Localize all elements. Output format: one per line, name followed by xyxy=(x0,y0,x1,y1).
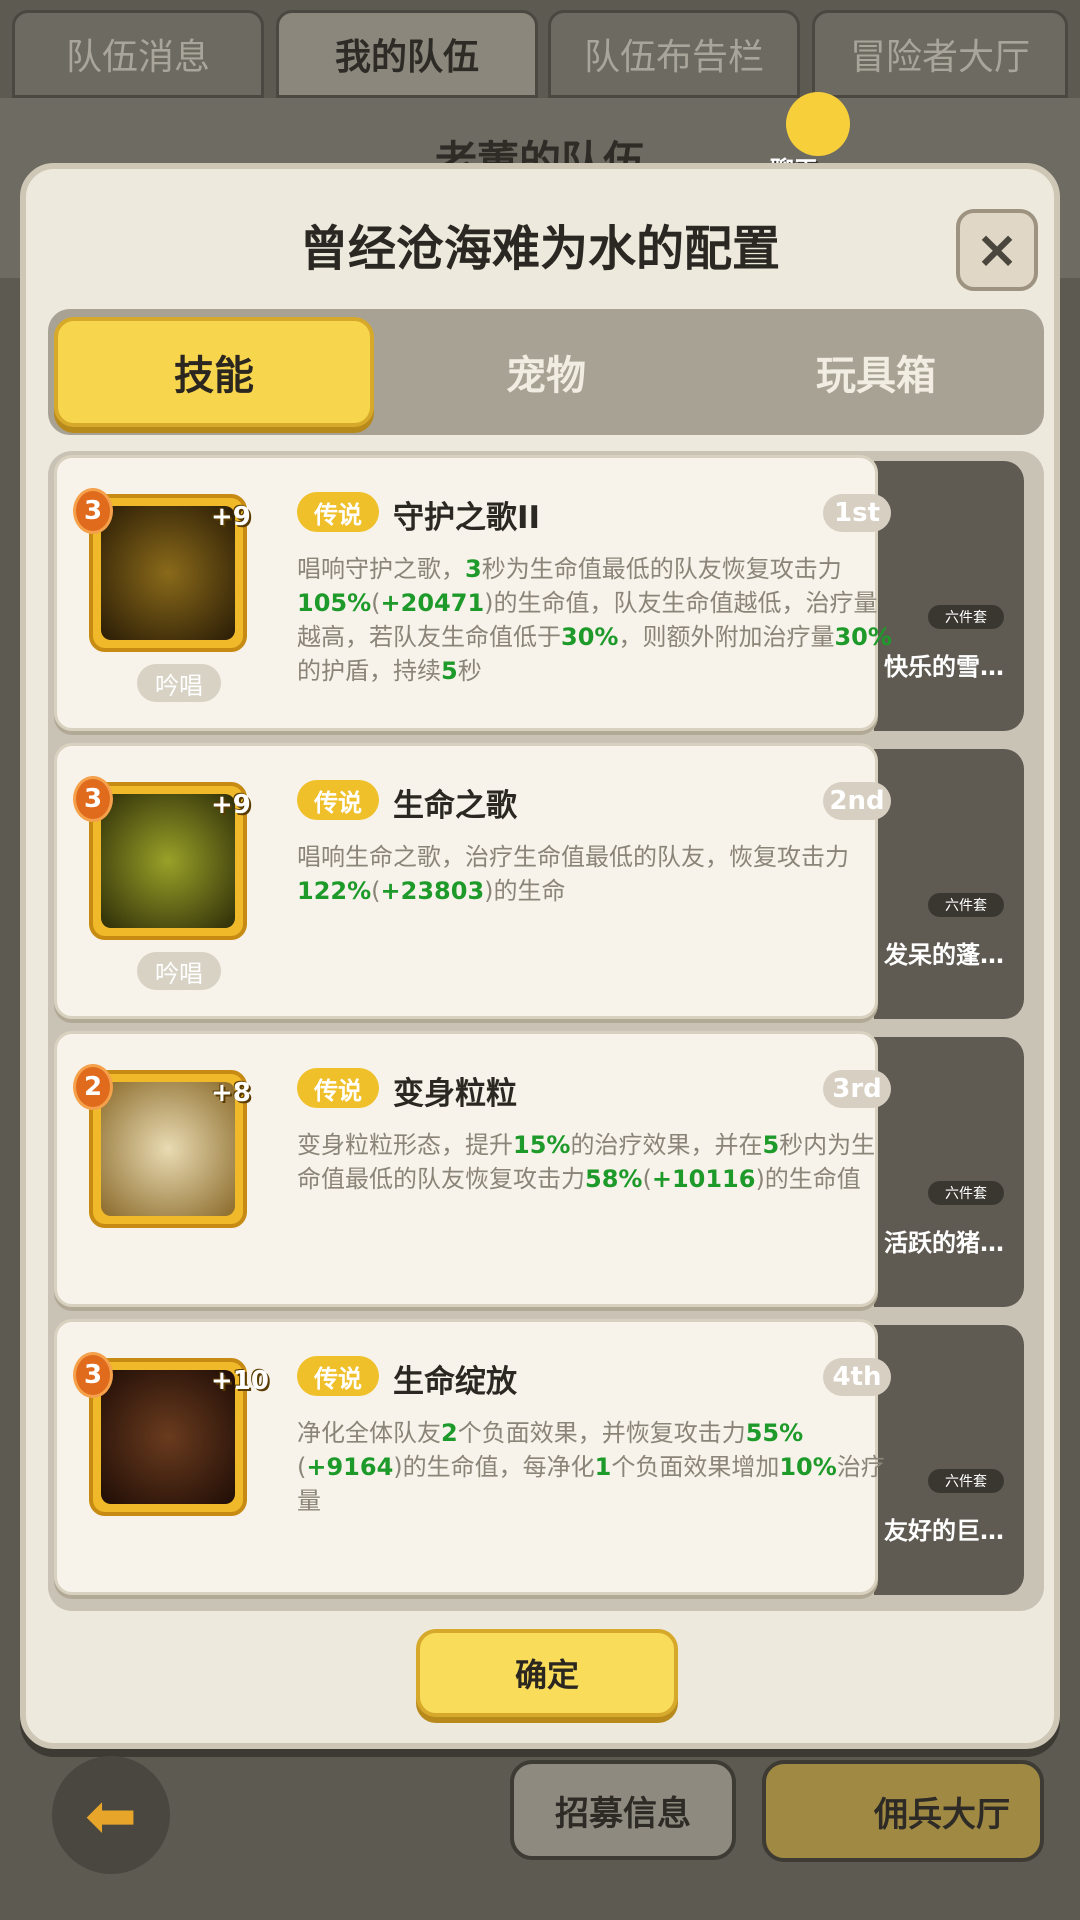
skill-name: 变身粒粒 xyxy=(393,1076,517,1112)
skill-card[interactable]: 3 +9 吟唱 传说 守护之歌II 1st 唱响守护之歌，3秒为生命值最低的队友… xyxy=(54,455,892,731)
skill-description: 唱响生命之歌，治疗生命值最低的队友，恢复攻击力122%(+23803)的生命 xyxy=(297,843,849,905)
skill-slot-rank: 3rd xyxy=(823,1070,891,1108)
skill-name: 生命之歌 xyxy=(393,788,517,824)
tab-my-team[interactable]: 我的队伍 xyxy=(276,10,538,98)
skill-card[interactable]: 3 +9 吟唱 传说 生命之歌 2nd 唱响生命之歌，治疗生命值最低的队友，恢复… xyxy=(54,743,891,1019)
close-button[interactable]: × xyxy=(956,209,1038,291)
skill-level-badge: 2 xyxy=(73,1064,113,1110)
rarity-tag: 传说 xyxy=(297,780,379,820)
skill-description: 变身粒粒形态，提升15%的治疗效果，并在5秒内为生命值最低的队友恢复攻击力58%… xyxy=(297,1131,876,1193)
skill-level-badge: 3 xyxy=(73,488,113,534)
skill-card[interactable]: 2 +8 传说 变身粒粒 3rd 变身粒粒形态，提升15%的治疗效果，并在5秒内… xyxy=(54,1031,891,1307)
skill-slot-rank: 2nd xyxy=(823,782,891,820)
pet-name: 发呆的蓬… xyxy=(884,941,1004,969)
skill-level-badge: 3 xyxy=(73,776,113,822)
chat-face-icon xyxy=(786,92,850,156)
pet-badge: 六件套 xyxy=(928,893,1004,917)
recruit-info-button[interactable]: 招募信息 xyxy=(510,1760,736,1860)
config-modal: 曾经沧海难为水的配置 × 技能 宠物 玩具箱 六件套 快乐的雪… 六件套 发呆的… xyxy=(20,163,1060,1749)
confirm-button[interactable]: 确定 xyxy=(416,1629,678,1717)
tab-toybox[interactable]: 玩具箱 xyxy=(716,317,1036,427)
skill-enhance-level: +8 xyxy=(211,1078,251,1108)
pet-badge: 六件套 xyxy=(928,605,1004,629)
tab-team-board[interactable]: 队伍布告栏 xyxy=(548,10,800,98)
skill-enhance-level: +10 xyxy=(211,1366,269,1396)
tab-skills[interactable]: 技能 xyxy=(54,317,374,427)
skill-slot-rank: 4th xyxy=(823,1358,891,1396)
tab-adventurer-hall[interactable]: 冒险者大厅 xyxy=(812,10,1068,98)
skill-enhance-level: +9 xyxy=(211,502,251,532)
rarity-tag: 传说 xyxy=(297,1068,379,1108)
skill-level-badge: 3 xyxy=(73,1352,113,1398)
skill-enhance-level: +9 xyxy=(211,790,251,820)
tab-team-messages[interactable]: 队伍消息 xyxy=(12,10,264,98)
skill-name: 守护之歌II xyxy=(393,500,541,536)
skill-type-tag: 吟唱 xyxy=(137,664,221,702)
modal-title: 曾经沧海难为水的配置 xyxy=(299,221,780,277)
rarity-tag: 传说 xyxy=(297,492,379,532)
close-icon: × xyxy=(975,220,1019,280)
pet-badge: 六件套 xyxy=(928,1181,1004,1205)
skill-slot-rank: 1st xyxy=(823,494,891,532)
mercenary-hall-button[interactable]: 佣兵大厅 xyxy=(762,1760,1044,1862)
skill-card[interactable]: 3 +10 传说 生命绽放 4th 净化全体队友2个负面效果，并恢复攻击力55%… xyxy=(54,1319,891,1595)
pet-name: 活跃的猪… xyxy=(884,1229,1004,1257)
skill-type-tag: 吟唱 xyxy=(137,952,221,990)
back-button[interactable]: ⬅ xyxy=(52,1756,170,1874)
category-tabs: 技能 宠物 玩具箱 xyxy=(48,309,1044,435)
pet-badge: 六件套 xyxy=(928,1469,1004,1493)
back-arrow-icon: ⬅ xyxy=(85,1778,137,1852)
pet-name: 快乐的雪… xyxy=(884,653,1004,681)
pet-name: 友好的巨… xyxy=(884,1517,1004,1545)
rarity-tag: 传说 xyxy=(297,1356,379,1396)
skill-name: 生命绽放 xyxy=(393,1364,517,1400)
skill-description: 唱响守护之歌，3秒为生命值最低的队友恢复攻击力105%(+20471)的生命值，… xyxy=(297,555,892,685)
skill-description: 净化全体队友2个负面效果，并恢复攻击力55%(+9164)的生命值，每净化1个负… xyxy=(297,1419,885,1515)
tab-pets[interactable]: 宠物 xyxy=(386,317,706,427)
